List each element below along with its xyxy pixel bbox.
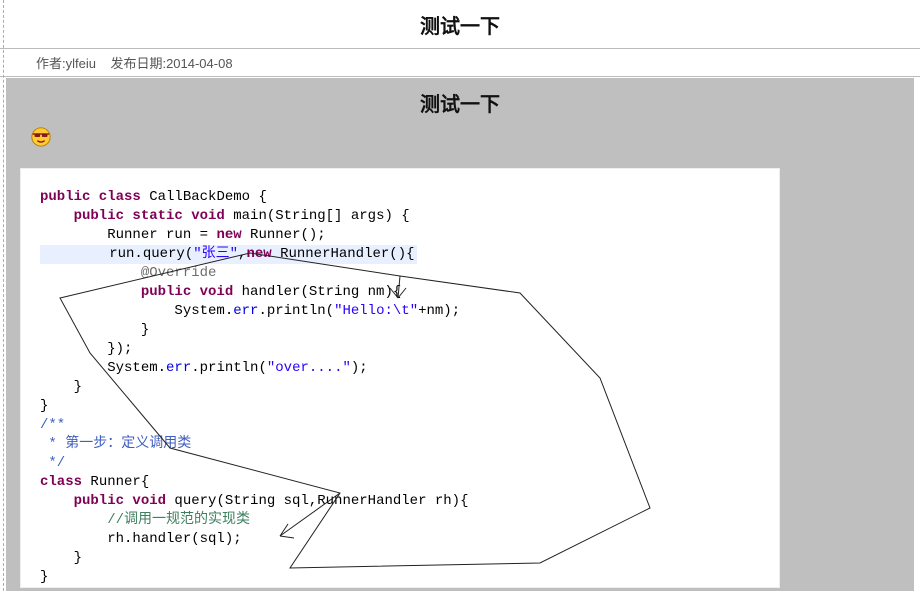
date-label: 发布日期:	[110, 56, 166, 71]
author-value: ylfeiu	[66, 56, 96, 71]
content-area: 测试一下 public class CallBackDemo { public …	[6, 78, 914, 591]
code-block: public class CallBackDemo { public stati…	[20, 168, 780, 588]
highlighted-line: run.query("张三",new RunnerHandler(){	[40, 245, 417, 264]
inner-title: 测试一下	[6, 78, 914, 123]
page-title: 测试一下	[0, 0, 920, 39]
post-meta: 作者:ylfeiu 发布日期:2014-04-08	[0, 49, 920, 77]
code-screenshot: public class CallBackDemo { public stati…	[20, 168, 780, 588]
cool-face-emoji-icon	[30, 126, 52, 148]
left-margin-guide	[3, 0, 4, 591]
date-value: 2014-04-08	[166, 56, 233, 71]
author-label: 作者:	[36, 56, 66, 71]
page-header: 测试一下	[0, 0, 920, 49]
